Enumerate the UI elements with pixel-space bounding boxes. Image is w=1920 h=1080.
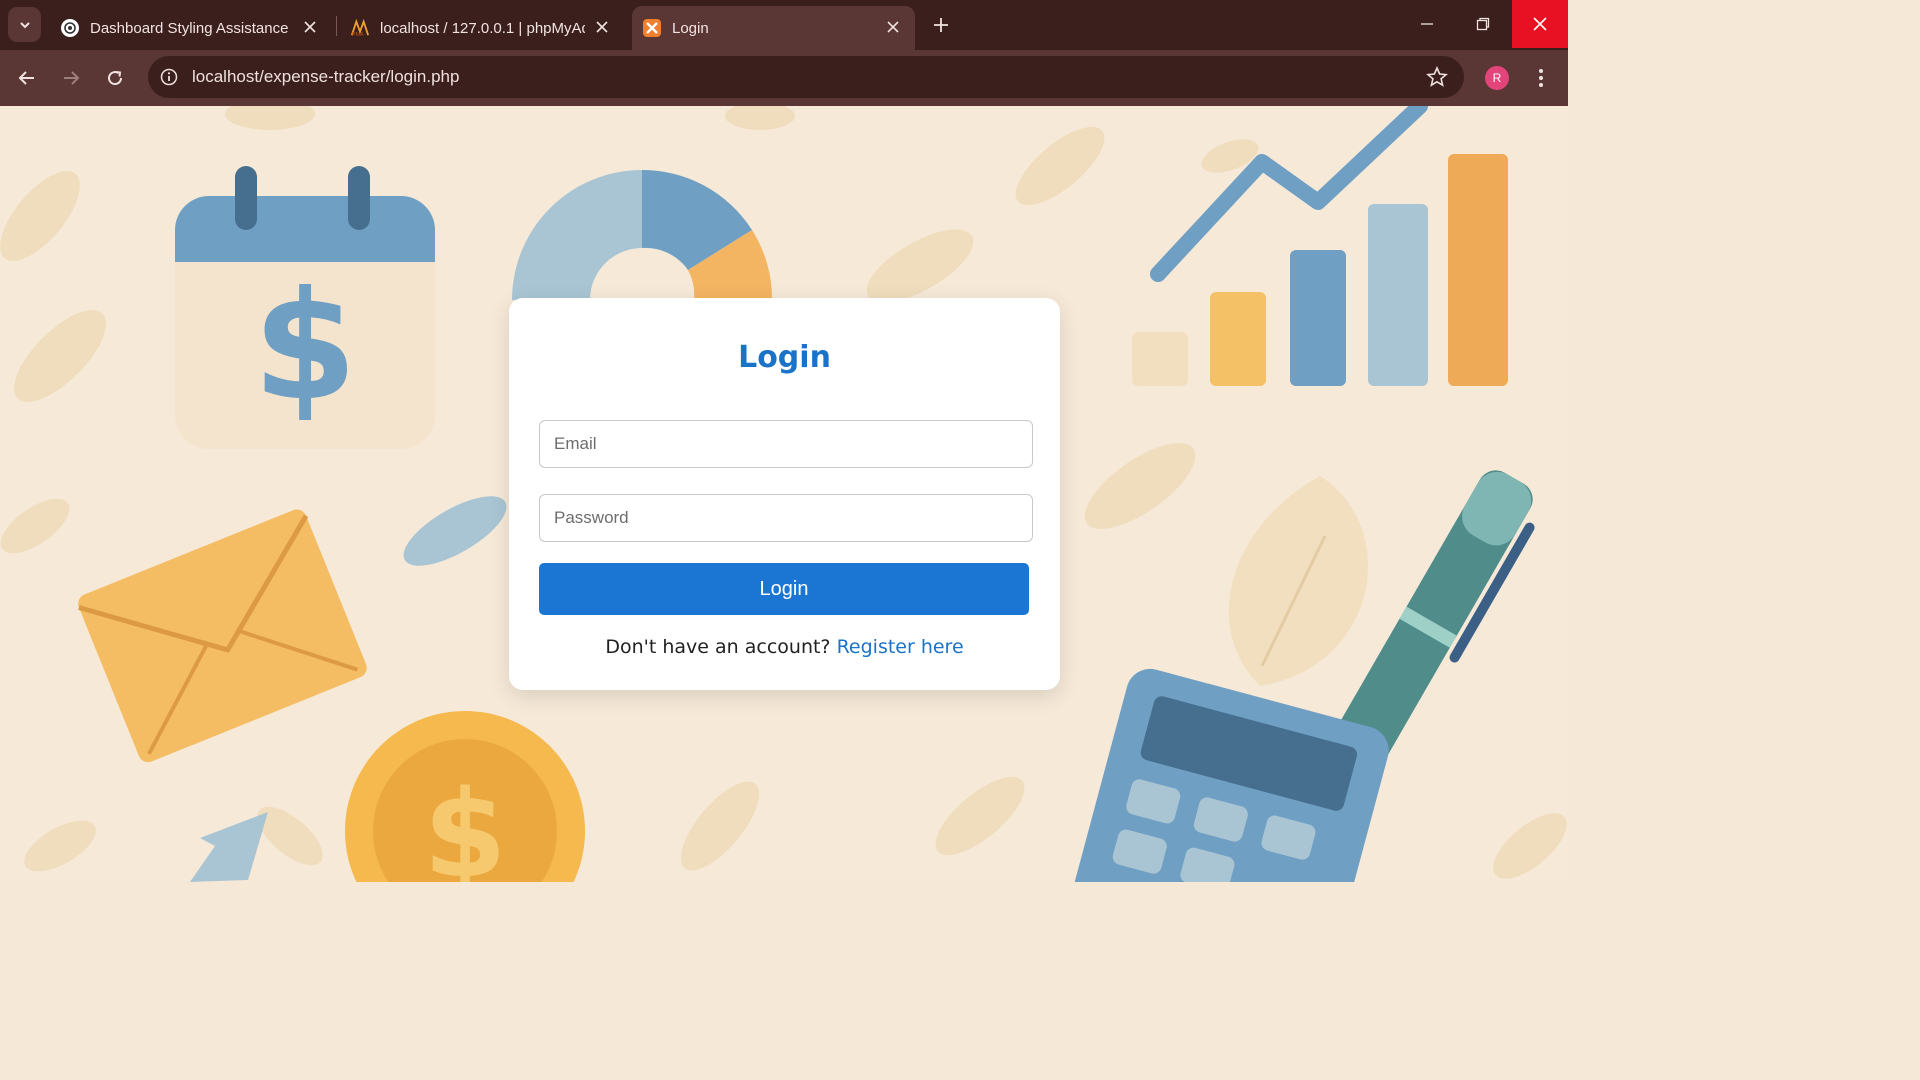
tab-title: localhost / 127.0.0.1 | phpMyAdmin [380, 19, 585, 37]
tab-divider [336, 16, 337, 36]
minimize-icon [1421, 23, 1433, 25]
login-heading: Login [738, 340, 831, 375]
new-tab-button[interactable] [928, 12, 954, 38]
tab-strip: Dashboard Styling Assistance PMA localho… [0, 0, 1568, 50]
more-vert-icon [1539, 69, 1543, 87]
reload-button[interactable] [99, 62, 131, 94]
email-field[interactable] [539, 420, 1033, 468]
browser-menu-button[interactable] [1530, 64, 1552, 92]
minimize-button[interactable] [1399, 0, 1455, 48]
forward-button[interactable] [55, 62, 87, 94]
dollar-coin-illustration: $ [345, 711, 585, 882]
xampp-icon [642, 18, 662, 38]
tab-login[interactable]: Login [632, 6, 915, 50]
site-info-icon[interactable] [158, 66, 180, 88]
restore-button[interactable] [1455, 0, 1511, 48]
donut-chart-illustration [512, 169, 773, 300]
close-tab-icon[interactable] [592, 17, 612, 37]
tab-title: Login [672, 19, 709, 37]
svg-text:$: $ [423, 766, 507, 882]
arrow-right-icon [64, 71, 80, 85]
bookmark-star-icon[interactable] [1426, 65, 1448, 88]
register-prompt: Don't have an account? [605, 636, 831, 658]
address-bar[interactable]: localhost/expense-tracker/login.php [148, 56, 1464, 98]
plus-icon [934, 18, 948, 32]
close-window-button[interactable] [1512, 0, 1568, 48]
reload-icon [108, 71, 123, 86]
register-line: Don't have an account? Register here [509, 636, 1060, 658]
phpmyadmin-icon: PMA [350, 18, 370, 38]
svg-text:PMA: PMA [352, 32, 364, 38]
login-button[interactable]: Login [539, 563, 1029, 615]
calendar-dollar-illustration: $ [175, 166, 435, 449]
back-button[interactable] [11, 62, 43, 94]
close-tab-icon[interactable] [883, 17, 903, 37]
tab-title: Dashboard Styling Assistance [90, 19, 289, 37]
profile-avatar[interactable]: R [1485, 66, 1509, 90]
close-tab-icon[interactable] [300, 17, 320, 37]
password-field[interactable] [539, 494, 1033, 542]
chevron-down-icon [19, 21, 30, 28]
blue-leaf-decoration [403, 496, 507, 566]
restore-icon [1476, 17, 1490, 31]
calculator-illustration [1071, 668, 1389, 882]
login-card: Login Login Don't have an account? Regis… [509, 298, 1060, 690]
tab-dashboard-styling[interactable]: Dashboard Styling Assistance [50, 6, 332, 50]
envelope-illustration [78, 509, 367, 763]
url-text[interactable]: localhost/expense-tracker/login.php [192, 67, 459, 87]
leaf-large-illustration [1228, 476, 1368, 686]
svg-text:$: $ [253, 260, 357, 434]
tab-phpmyadmin[interactable]: PMA localhost / 127.0.0.1 | phpMyAdmin [340, 6, 624, 50]
browser-toolbar: localhost/expense-tracker/login.php R [0, 50, 1568, 106]
arrow-decoration [190, 812, 268, 882]
growth-chart-illustration [1132, 106, 1508, 386]
arrow-left-icon [18, 71, 34, 85]
close-icon [1533, 17, 1547, 31]
page-viewport: $ $ Login Email Login Don't have an acco… [0, 106, 1568, 882]
tab-search-button[interactable] [8, 7, 41, 42]
register-link[interactable]: Register here [837, 636, 964, 658]
chatgpt-icon [60, 18, 80, 38]
